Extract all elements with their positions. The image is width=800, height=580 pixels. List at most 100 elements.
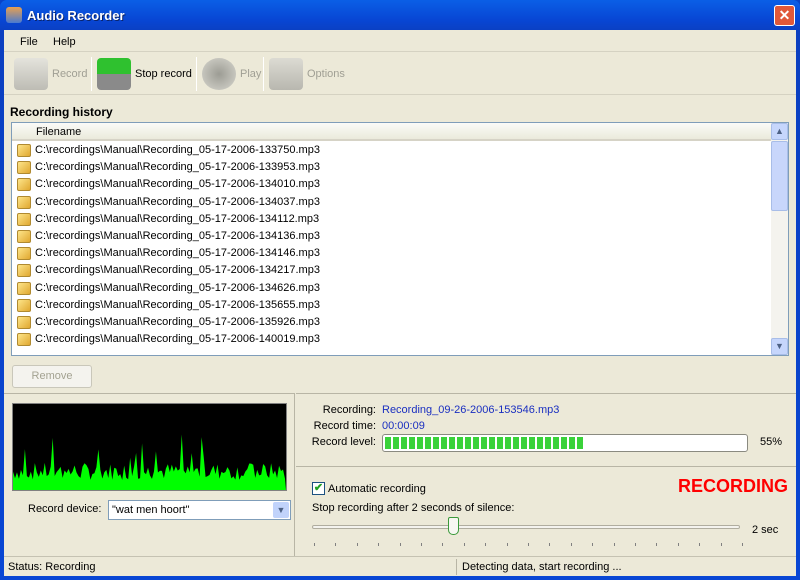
waveform-panel: Record device: "wat men hoort" ▼	[4, 393, 295, 556]
recording-label: Recording:	[322, 404, 376, 416]
automatic-recording-label: Automatic recording	[328, 483, 426, 495]
slider-tick	[421, 543, 422, 546]
file-icon	[17, 333, 31, 347]
app-window: Audio Recorder ✕ File Help Record Stop r…	[0, 0, 800, 580]
remove-button[interactable]: Remove	[12, 365, 92, 388]
file-icon	[17, 144, 31, 157]
scroll-up-button[interactable]: ▲	[771, 123, 788, 140]
title-bar: Audio Recorder ✕	[0, 0, 800, 30]
level-segment	[393, 437, 399, 449]
stop-record-icon	[97, 58, 131, 90]
level-segment	[489, 437, 495, 449]
slider-tick	[528, 543, 529, 546]
file-icon	[17, 264, 31, 278]
status-text: Status: Recording	[8, 561, 96, 573]
headphones-icon	[202, 58, 236, 90]
record-time-value: 00:00:09	[382, 420, 425, 432]
slider-tick	[356, 543, 358, 546]
file-icon	[17, 195, 31, 209]
record-device-select[interactable]: "wat men hoort" ▼	[108, 500, 291, 520]
slider-tick	[592, 543, 594, 546]
level-segment	[553, 437, 559, 449]
slider-tick	[399, 543, 401, 546]
silence-label: Stop recording after 2 seconds of silenc…	[312, 502, 515, 514]
silence-slider-thumb[interactable]	[448, 517, 460, 535]
level-segment	[577, 437, 583, 449]
record-icon	[14, 58, 48, 90]
level-segment	[505, 437, 511, 449]
level-segment	[457, 437, 463, 449]
menu-help[interactable]: Help	[53, 36, 76, 48]
chevron-down-icon[interactable]: ▼	[273, 502, 289, 518]
list-item[interactable]: C:\recordings\Manual\Recording_05-17-200…	[12, 245, 772, 262]
slider-tick	[613, 543, 615, 546]
record-device-label: Record device:	[28, 503, 102, 515]
level-segment	[473, 437, 479, 449]
list-item[interactable]: C:\recordings\Manual\Recording_05-17-200…	[12, 194, 772, 211]
options-button[interactable]: Options	[269, 55, 345, 93]
stop-record-button[interactable]: Stop record	[97, 55, 192, 93]
file-icon	[17, 281, 31, 295]
level-segment	[529, 437, 535, 449]
automatic-recording-checkbox[interactable]: ✔	[312, 482, 325, 495]
level-segment	[449, 437, 455, 449]
slider-tick	[485, 543, 487, 546]
list-item[interactable]: C:\recordings\Manual\Recording_05-17-200…	[12, 228, 772, 245]
scroll-down-button[interactable]: ▼	[771, 338, 788, 355]
slider-tick	[314, 543, 315, 546]
level-segment	[465, 437, 471, 449]
toolbar: Record Stop record Play Options	[4, 53, 796, 95]
level-segment	[521, 437, 527, 449]
list-item[interactable]: C:\recordings\Manual\Recording_05-17-200…	[12, 211, 772, 228]
close-button[interactable]: ✕	[774, 5, 795, 26]
status-bar: Status: Recording Detecting data, start …	[4, 556, 796, 576]
play-button[interactable]: Play	[202, 55, 261, 93]
waveform-display	[12, 403, 287, 491]
file-icon	[17, 161, 31, 175]
recording-state-indicator: RECORDING	[677, 476, 788, 496]
file-icon	[17, 315, 31, 329]
automatic-recording-panel: ✔ Automatic recording RECORDING Stop rec…	[296, 468, 796, 556]
record-level-meter	[382, 434, 748, 452]
slider-tick	[742, 543, 743, 546]
slider-tick	[677, 543, 679, 546]
silence-slider-value: 2 sec	[752, 524, 779, 536]
level-segment	[561, 437, 567, 449]
slider-tick	[378, 543, 380, 546]
vertical-scrollbar[interactable]: ▲ ▼	[771, 123, 788, 355]
list-item[interactable]: C:\recordings\Manual\Recording_05-17-200…	[12, 314, 772, 331]
record-button[interactable]: Record	[14, 55, 87, 93]
level-segment	[545, 437, 551, 449]
list-item[interactable]: C:\recordings\Manual\Recording_05-17-200…	[12, 331, 772, 348]
list-item[interactable]: C:\recordings\Manual\Recording_05-17-200…	[12, 159, 772, 176]
list-item[interactable]: C:\recordings\Manual\Recording_05-17-200…	[12, 176, 772, 193]
record-level-percent: 55%	[760, 436, 783, 448]
recording-info-panel: Recording: Recording_09-26-2006-153546.m…	[296, 393, 796, 467]
slider-tick	[720, 543, 722, 546]
column-header-filename[interactable]: Filename	[12, 123, 772, 141]
menu-bar: File Help	[4, 32, 796, 52]
file-icon	[17, 298, 31, 312]
silence-slider-track[interactable]	[312, 525, 740, 529]
slider-tick	[335, 543, 337, 546]
status-detail: Detecting data, start recording ...	[462, 561, 622, 573]
level-segment	[569, 437, 575, 449]
file-icon	[17, 247, 31, 261]
list-item[interactable]: C:\recordings\Manual\Recording_05-17-200…	[12, 280, 772, 297]
scroll-thumb[interactable]	[771, 141, 788, 211]
level-segment	[401, 437, 407, 449]
level-segment	[425, 437, 431, 449]
slider-tick	[506, 543, 508, 546]
level-segment	[537, 437, 543, 449]
list-item[interactable]: C:\recordings\Manual\Recording_05-17-200…	[12, 262, 772, 279]
list-item[interactable]: C:\recordings\Manual\Recording_05-17-200…	[12, 297, 772, 314]
slider-tick	[570, 543, 572, 546]
level-segment	[433, 437, 439, 449]
list-item[interactable]: C:\recordings\Manual\Recording_05-17-200…	[12, 142, 772, 159]
waveform-shape	[13, 434, 286, 490]
level-segment	[513, 437, 519, 449]
recording-history-list[interactable]: Filename C:\recordings\Manual\Recording_…	[11, 122, 789, 356]
menu-file[interactable]: File	[20, 36, 38, 48]
options-icon	[269, 58, 303, 90]
level-segment	[441, 437, 447, 449]
